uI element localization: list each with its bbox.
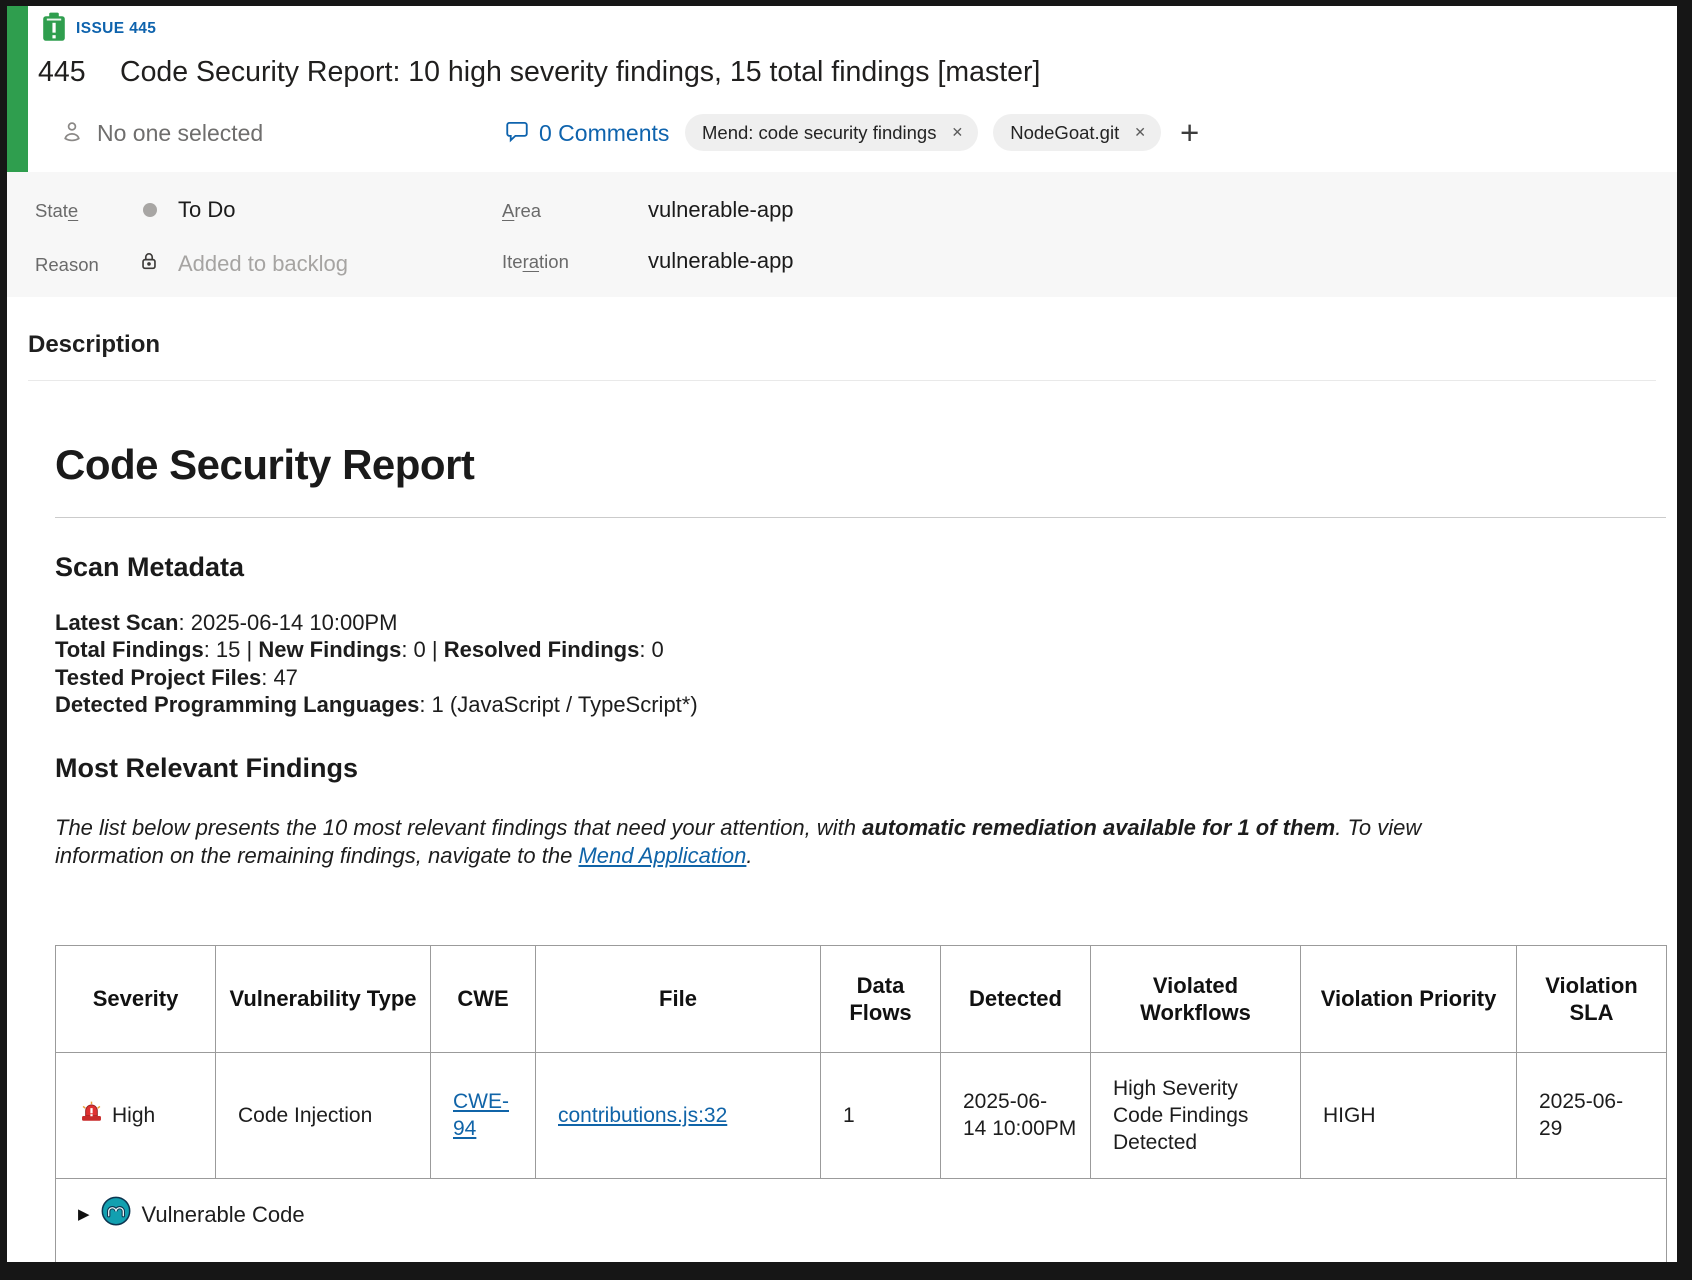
col-cwe: CWE (431, 945, 536, 1052)
work-item-type-row: ISSUE 445 (42, 13, 156, 45)
data-flows-cell: 1 (821, 1052, 941, 1178)
assignee-picker[interactable]: No one selected (60, 110, 263, 156)
iteration-field-label: Iteration (502, 251, 569, 273)
tag-pill[interactable]: Mend: code security findings ✕ (685, 114, 978, 151)
col-violated-workflows: Violated Workflows (1091, 945, 1301, 1052)
file-link[interactable]: contributions.js:32 (558, 1104, 727, 1127)
work-item-title[interactable]: Code Security Report: 10 high severity f… (120, 56, 1040, 89)
high-severity-siren-icon (78, 1098, 105, 1132)
lock-icon (138, 250, 160, 277)
assignee-placeholder: No one selected (97, 120, 263, 147)
add-tag-button[interactable]: + (1180, 119, 1199, 147)
report-title: Code Security Report (55, 440, 1666, 490)
cwe-link[interactable]: CWE-94 (453, 1090, 509, 1140)
description-section-title: Description (28, 331, 160, 359)
cwe-cell: CWE-94 (431, 1052, 536, 1178)
area-field-value[interactable]: vulnerable-app (648, 197, 794, 223)
comments-count: 0 Comments (539, 120, 669, 147)
comment-bubble-icon (504, 118, 530, 149)
meta-row: No one selected 0 Comments Mend: code se… (7, 110, 1677, 156)
severity-cell: High (56, 1052, 216, 1178)
state-color-dot (143, 203, 157, 217)
reason-field-label: Reason (35, 254, 99, 276)
work-item-window: ISSUE 445 445 Code Security Report: 10 h… (7, 6, 1677, 1262)
finding-row: High Code Injection CWE-94 contributions… (56, 1052, 1667, 1178)
issue-type-label[interactable]: ISSUE 445 (76, 20, 156, 38)
findings-table: Severity Vulnerability Type CWE File Dat… (55, 945, 1667, 1262)
remove-tag-icon[interactable]: ✕ (951, 124, 963, 141)
area-field-label: Area (502, 200, 541, 222)
description-divider (28, 380, 1656, 381)
tag-label: NodeGoat.git (1010, 122, 1119, 144)
mend-application-link[interactable]: Mend Application (578, 843, 746, 868)
col-vulnerability-type: Vulnerability Type (216, 945, 431, 1052)
title-rule (55, 517, 1666, 518)
col-file: File (536, 945, 821, 1052)
scan-metadata-text: Latest Scan: 2025-06-14 10:00PM Total Fi… (55, 609, 1666, 719)
col-violation-sla: Violation SLA (1517, 945, 1667, 1052)
col-detected: Detected (941, 945, 1091, 1052)
tag-list: Mend: code security findings ✕ NodeGoat.… (685, 114, 1199, 151)
col-severity: Severity (56, 945, 216, 1052)
work-item-id: 445 (38, 56, 86, 89)
person-icon (60, 119, 84, 148)
scan-metadata-heading: Scan Metadata (55, 552, 1666, 583)
most-relevant-findings-heading: Most Relevant Findings (55, 753, 1666, 784)
violated-workflows-cell: High Severity Code Findings Detected (1091, 1052, 1301, 1178)
fields-band: State To Do Reason Added to backlog Area… (7, 172, 1677, 297)
expand-arrow-icon: ▶ (78, 1201, 90, 1228)
file-cell: contributions.js:32 (536, 1052, 821, 1178)
vulnerable-code-expander[interactable]: ▶ Vulnerable Code (78, 1196, 1644, 1233)
violation-sla-cell: 2025-06-29 (1517, 1052, 1667, 1178)
mend-wave-icon (101, 1196, 131, 1233)
vulnerable-code-label: Vulnerable Code (142, 1201, 305, 1228)
reason-field-value: Added to backlog (178, 251, 348, 277)
iteration-field-value[interactable]: vulnerable-app (648, 248, 794, 274)
vulnerable-code-cell: ▶ Vulnerable Code (56, 1178, 1667, 1262)
violation-priority-cell: HIGH (1301, 1052, 1517, 1178)
findings-intro-text: The list below presents the 10 most rele… (55, 814, 1485, 871)
vulnerability-type-cell: Code Injection (216, 1052, 431, 1178)
comments-link[interactable]: 0 Comments (504, 110, 669, 156)
col-violation-priority: Violation Priority (1301, 945, 1517, 1052)
state-field-value[interactable]: To Do (178, 197, 235, 223)
state-field-label: State (35, 200, 78, 222)
title-row: 445 Code Security Report: 10 high severi… (38, 56, 86, 94)
detected-cell: 2025-06-14 10:00PM (941, 1052, 1091, 1178)
description-body: Code Security Report Scan Metadata Lates… (55, 426, 1666, 1262)
tag-pill[interactable]: NodeGoat.git ✕ (993, 114, 1161, 151)
severity-value: High (112, 1102, 155, 1129)
col-data-flows: Data Flows (821, 945, 941, 1052)
issue-work-item-icon (42, 12, 66, 47)
expander-row: ▶ Vulnerable Code (56, 1178, 1667, 1262)
tag-label: Mend: code security findings (702, 122, 936, 144)
remove-tag-icon[interactable]: ✕ (1134, 124, 1146, 141)
table-header-row: Severity Vulnerability Type CWE File Dat… (56, 945, 1667, 1052)
